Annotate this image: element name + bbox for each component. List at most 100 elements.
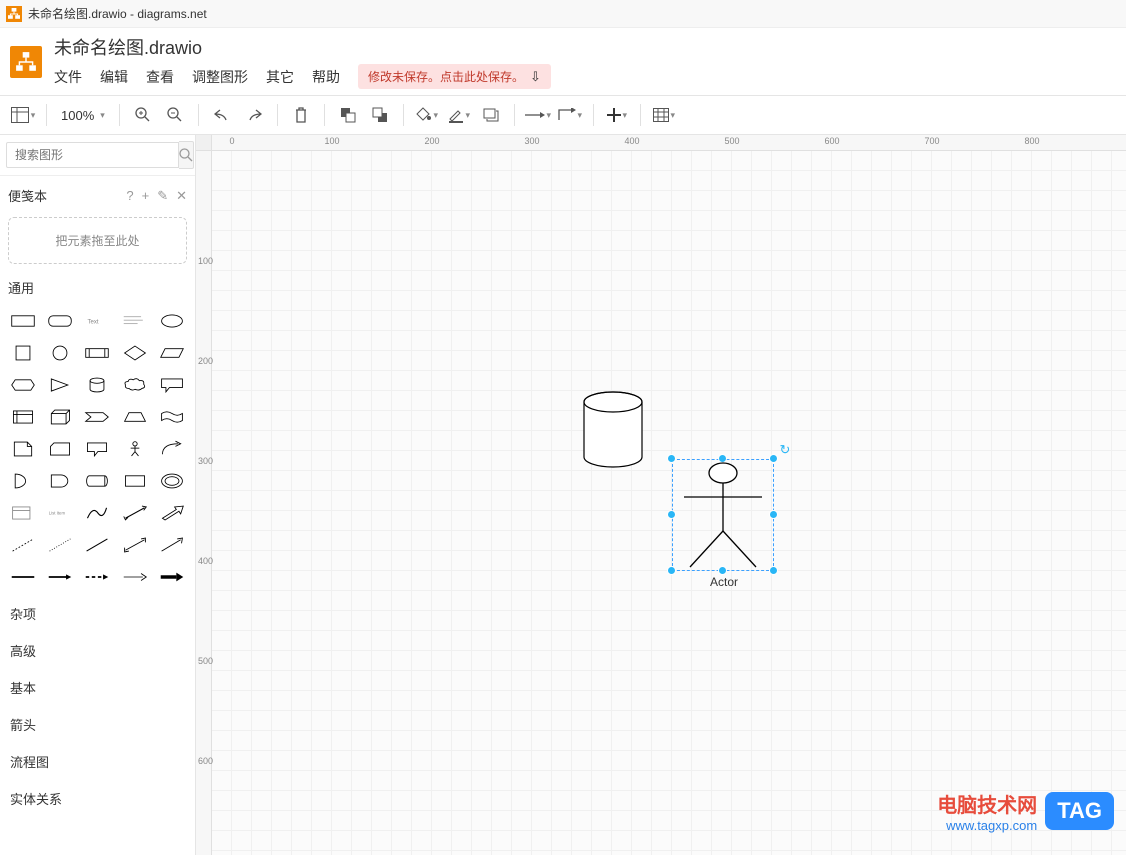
scratchpad-close-icon[interactable]: ✕	[176, 188, 187, 204]
category-flowchart[interactable]: 流程图	[0, 743, 195, 780]
search-row	[0, 135, 195, 176]
shape-link-arrow[interactable]	[43, 563, 76, 591]
scratchpad-edit-icon[interactable]: ✎	[157, 188, 168, 204]
shape-process[interactable]	[81, 339, 114, 367]
scratchpad-header[interactable]: 便笺本 ? + ✎ ✕	[0, 176, 195, 211]
redo-button[interactable]	[239, 100, 269, 130]
waypoints-button[interactable]: ▾	[555, 100, 585, 130]
shape-card[interactable]	[43, 435, 76, 463]
shape-tape[interactable]	[156, 403, 189, 431]
undo-button[interactable]	[207, 100, 237, 130]
shape-dashed-line[interactable]	[6, 531, 39, 559]
app-logo[interactable]	[10, 46, 42, 78]
category-general[interactable]: 通用	[0, 270, 195, 303]
shape-line[interactable]	[81, 531, 114, 559]
menu-arrange[interactable]: 调整图形	[192, 67, 248, 87]
menu-view[interactable]: 查看	[146, 67, 174, 87]
shape-hexagon[interactable]	[6, 371, 39, 399]
insert-button[interactable]: ▾	[602, 100, 632, 130]
shape-bidir-thin[interactable]	[118, 531, 151, 559]
shape-callout[interactable]	[156, 371, 189, 399]
shape-diamond[interactable]	[118, 339, 151, 367]
category-misc[interactable]: 杂项	[0, 595, 195, 632]
shadow-button[interactable]	[476, 100, 506, 130]
ruler-tick: 300	[198, 456, 213, 466]
menu-extras[interactable]: 其它	[266, 67, 294, 87]
shape-link-thick[interactable]	[156, 563, 189, 591]
ruler-tick: 500	[724, 136, 739, 146]
zoom-in-button[interactable]	[128, 100, 158, 130]
shape-cloud[interactable]	[118, 371, 151, 399]
shape-link-solid[interactable]	[6, 563, 39, 591]
shape-actor[interactable]	[118, 435, 151, 463]
shape-trapezoid[interactable]	[118, 403, 151, 431]
shape-double-ellipse[interactable]	[156, 467, 189, 495]
shape-cube[interactable]	[43, 403, 76, 431]
actor-label[interactable]: Actor	[710, 575, 738, 589]
canvas-area: 0 100 200 300 400 500 600 700 800 100 20…	[196, 135, 1126, 855]
scratchpad-add-icon[interactable]: +	[142, 188, 150, 204]
shape-internal-storage[interactable]	[6, 403, 39, 431]
delete-button[interactable]	[286, 100, 316, 130]
category-er[interactable]: 实体关系	[0, 780, 195, 817]
vertical-ruler[interactable]: 100 200 300 400 500 600	[196, 151, 212, 855]
search-icon	[179, 148, 193, 162]
table-button[interactable]: ▾	[649, 100, 679, 130]
zoom-dropdown[interactable]: 100%▾	[55, 108, 111, 123]
category-basic[interactable]: 基本	[0, 669, 195, 706]
fill-color-button[interactable]: ▾	[412, 100, 442, 130]
shape-bidir-arrow[interactable]	[118, 499, 151, 527]
category-advanced[interactable]: 高级	[0, 632, 195, 669]
menu-edit[interactable]: 编辑	[100, 67, 128, 87]
shapes-grid: Text	[0, 303, 195, 595]
to-back-button[interactable]	[365, 100, 395, 130]
shape-triangle[interactable]	[43, 371, 76, 399]
shape-dotted-line[interactable]	[43, 531, 76, 559]
unsaved-banner[interactable]: 修改未保存。点击此处保存。 ⇩	[358, 64, 551, 89]
shape-text[interactable]: Text	[81, 307, 114, 335]
shape-data-store[interactable]	[81, 467, 114, 495]
scratchpad-help-icon[interactable]: ?	[126, 188, 133, 204]
connection-button[interactable]: ▾	[523, 100, 553, 130]
shape-cylinder[interactable]	[81, 371, 114, 399]
shape-ellipse[interactable]	[156, 307, 189, 335]
shape-parallelogram[interactable]	[156, 339, 189, 367]
shape-list-item[interactable]: List Item	[43, 499, 76, 527]
document-title[interactable]: 未命名绘图.drawio	[54, 34, 551, 60]
canvas[interactable]: ↻ Actor	[212, 151, 1126, 855]
rotate-handle[interactable]: ↻	[778, 443, 792, 457]
shape-callout2[interactable]	[81, 435, 114, 463]
shape-link-dash[interactable]	[81, 563, 114, 591]
shape-list[interactable]	[6, 499, 39, 527]
shape-dir-arrow-thin[interactable]	[156, 531, 189, 559]
shape-textbox[interactable]	[118, 307, 151, 335]
menu-file[interactable]: 文件	[54, 67, 82, 87]
search-input[interactable]	[6, 142, 179, 168]
shape-circle[interactable]	[43, 339, 76, 367]
shape-or[interactable]	[6, 467, 39, 495]
ruler-corner	[196, 135, 212, 151]
shape-curve-arrow[interactable]	[156, 435, 189, 463]
shape-rounded-rect[interactable]	[43, 307, 76, 335]
cylinder-shape[interactable]	[582, 391, 644, 472]
scratchpad-title: 便笺本	[8, 186, 47, 205]
shape-arrow-thick[interactable]	[156, 499, 189, 527]
toolbar: ▾ 100%▾ ▾ ▾ ▾ ▾ ▾ ▾	[0, 95, 1126, 135]
shape-step[interactable]	[81, 403, 114, 431]
category-arrows[interactable]: 箭头	[0, 706, 195, 743]
horizontal-ruler[interactable]: 0 100 200 300 400 500 600 700 800	[212, 135, 1126, 151]
shape-rect[interactable]	[6, 307, 39, 335]
shape-note[interactable]	[6, 435, 39, 463]
search-button[interactable]	[179, 141, 194, 169]
shape-square[interactable]	[6, 339, 39, 367]
line-color-button[interactable]: ▾	[444, 100, 474, 130]
menu-help[interactable]: 帮助	[312, 67, 340, 87]
scratchpad-dropzone[interactable]: 把元素拖至此处	[8, 217, 187, 264]
shape-curve[interactable]	[81, 499, 114, 527]
shape-link-open[interactable]	[118, 563, 151, 591]
view-mode-button[interactable]: ▾	[8, 100, 38, 130]
zoom-out-button[interactable]	[160, 100, 190, 130]
shape-and[interactable]	[43, 467, 76, 495]
to-front-button[interactable]	[333, 100, 363, 130]
shape-rect2[interactable]	[118, 467, 151, 495]
